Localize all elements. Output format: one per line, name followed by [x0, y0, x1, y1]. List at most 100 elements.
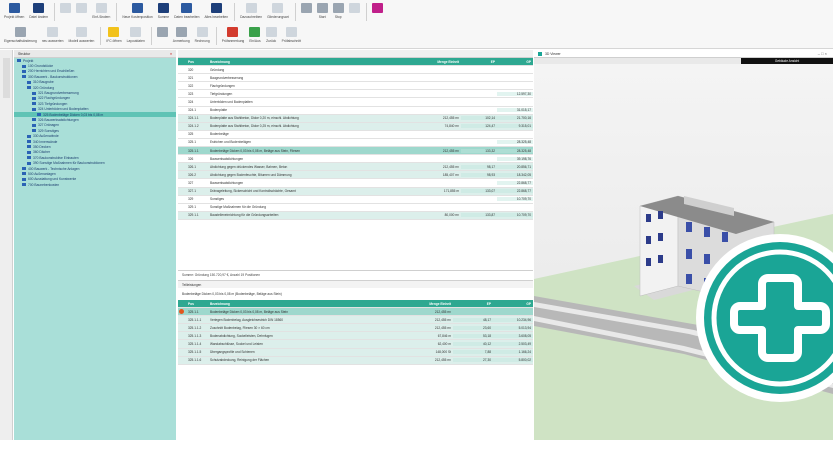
table-row[interactable]: 325.1.1.1 Verlegen Bodenbelag, Ausgleichs… [178, 316, 533, 325]
table-row[interactable]: 320 Gründung [178, 66, 533, 75]
folder-icon [17, 59, 21, 63]
table-cell: 326 [188, 156, 194, 161]
toggle-button[interactable]: Ein/Aus [249, 27, 261, 43]
pointer-button[interactable]: Dazuschreiben [240, 3, 262, 19]
table-cell: 329 [188, 197, 194, 202]
ribbon-button-label: Zurück [266, 39, 277, 43]
doc-button[interactable] [156, 27, 168, 37]
ribbon-button-label: Stop [334, 15, 342, 19]
floppy-button[interactable]: Datei ändern [29, 3, 48, 19]
table-row[interactable]: 323 Tiefgründungen 12.597,30 [178, 90, 533, 99]
ribbon-button-label: Alles bearbeiten [204, 15, 229, 19]
column-header[interactable]: GP [493, 302, 533, 306]
table-row[interactable]: 322 Flachgründungen [178, 82, 533, 91]
window-controls[interactable]: – □ × [818, 51, 827, 56]
table-row[interactable]: 321 Baugrundverbesserung [178, 74, 533, 83]
list-button[interactable] [300, 3, 312, 13]
table-cell: Baustelleneinrichtung für die Gründungsa… [210, 213, 279, 218]
table-row[interactable]: 324.1 Bodenplatte 31.015,17 [178, 107, 533, 115]
table-button[interactable]: Neue Kostenposition [122, 3, 153, 19]
table-row[interactable]: 325 Bodenbeläge [178, 131, 533, 139]
check-icon [227, 27, 239, 37]
table-cell: Sonstige Maßnahmen für die Gründung [210, 205, 266, 210]
edit-button[interactable]: Anmerkung [173, 27, 190, 43]
side-panel-tab[interactable] [3, 58, 10, 98]
chart-button[interactable]: Alles bearbeiten [204, 3, 228, 19]
table-row[interactable]: 325.1.1.3 Bodenabdichtung, Sockelleisten,… [178, 332, 533, 341]
move-button[interactable]: Gliederungsart [267, 3, 289, 19]
cursor-icon [95, 3, 107, 13]
table-row[interactable]: 324.1.1 Bodenplatte aus Stahlbeton, Dicke… [178, 114, 533, 123]
table-row[interactable]: 326 Bauwerksabdichtungen 39.198,76 [178, 155, 533, 164]
table-row[interactable]: 324.1.2 Bodenplatte aus Stahlbeton, Dicke… [178, 122, 533, 131]
table-row[interactable]: 325.1.1.2 Zuschnitt Bodenbelag, Fliesen 3… [178, 324, 533, 333]
sum-button[interactable]: Summe [158, 3, 169, 19]
check-button[interactable]: Prüfanmerkung [222, 27, 244, 43]
table-row[interactable]: 327.1 Dränageleitung, Sickerschicht und K… [178, 187, 533, 196]
pink-doc-button[interactable] [371, 3, 383, 13]
table-cell: 329.1.1 [188, 213, 199, 218]
tree-node-label: Projekt [23, 58, 34, 63]
table-row[interactable]: 325.1 Estrichen und Bodenbelägen 28.325,48 [178, 139, 533, 148]
table-cell: 320 [188, 67, 194, 72]
ribbon-separator [150, 27, 152, 45]
model-button[interactable]: Modell auswerten [68, 27, 94, 43]
tree-node-list: Projekt 100 Grundstücke 200 Herrichten und… [14, 58, 176, 187]
tree-node[interactable]: 700 Baunebenkosten [14, 182, 176, 187]
section-button[interactable]: Prüfabschnitt [282, 27, 301, 43]
column-header[interactable]: Menge Einheit [421, 60, 461, 64]
save-button[interactable]: Projekt öffnen [4, 3, 24, 19]
undo-button[interactable] [60, 3, 72, 13]
column-header[interactable]: Pos [186, 302, 208, 306]
section-icon [285, 27, 297, 37]
table-cell: 325.1.1 [188, 148, 199, 153]
column-header[interactable]: EP [453, 302, 493, 306]
table-row[interactable]: 326.1 Abdichtung gegen drückendes Wasser,… [178, 163, 533, 172]
table-row[interactable]: 329 Sonstiges 10.709,70 [178, 196, 533, 204]
column-header[interactable]: Pos [186, 60, 208, 64]
cursor-button[interactable]: Einf./Ändern [92, 3, 110, 19]
table-row[interactable]: 327 Bauwerksabdichtungen 22.868,77 [178, 179, 533, 188]
column-header[interactable]: Menge Einheit [413, 302, 453, 306]
back-button[interactable]: Zurück [265, 27, 277, 43]
table-cell: 102,14 [461, 116, 497, 121]
redo-button[interactable] [76, 3, 88, 13]
properties-button[interactable]: Eigenschaftsänderung [4, 27, 37, 43]
table-cell: 327 [188, 180, 194, 185]
column-header[interactable]: Bezeichnung [208, 60, 421, 64]
table-row[interactable]: 329.1.1 Baustelleneinrichtung für die Grü… [178, 211, 533, 220]
column-header[interactable]: Bezeichnung [208, 302, 413, 306]
table-cell: 324.1 [188, 108, 196, 113]
close-icon[interactable]: × [170, 52, 172, 56]
table-row[interactable]: 325.1.1.5 Übergangsprofile und Schienen 14… [178, 348, 533, 357]
column-header[interactable]: EP [461, 60, 497, 64]
table-cell: 326.1 [188, 164, 196, 169]
table-row[interactable]: 329.1 Sonstige Maßnahmen für die Gründung [178, 204, 533, 212]
table-cell: 10.709,70 [497, 213, 533, 218]
ifc-button[interactable]: IFC öffnen [106, 27, 122, 43]
settings-button[interactable]: Start [316, 3, 328, 19]
grid-button[interactable]: Daten bearbeiten [174, 3, 199, 19]
tree-node-label: 600 Ausstattung und Kunstwerke [28, 177, 77, 182]
table-row[interactable]: 325.1.1 Bodenbeläge Dicken 0,03 bis 0,08 … [178, 147, 533, 156]
pink-doc-icon [371, 3, 383, 13]
table-cell: 5.800,02 [493, 358, 533, 363]
table-cell: 124,47 [461, 124, 497, 129]
ribbon-button-label: Eigenschaftsänderung [4, 39, 37, 43]
refresh-button[interactable]: neu auswerten [42, 27, 63, 43]
folder-icon [27, 86, 31, 90]
invoice-button[interactable]: Rechnung [195, 27, 210, 43]
layout-button[interactable]: Layoutdaten [127, 27, 145, 43]
column-header[interactable]: GP [497, 60, 533, 64]
table-row[interactable]: 325.1.1.6 Schutzabdeckung, Reinigung der … [178, 356, 533, 365]
view-button[interactable] [348, 3, 360, 13]
table-row[interactable]: 325.1.1.4 Wandabschlüsse, Sockel und Leis… [178, 340, 533, 349]
table-cell: 98,93 [461, 172, 497, 177]
table-row[interactable]: 325.1.1 Bodenbeläge Dicken 0,03 bis 0,08 … [178, 308, 533, 317]
ribbon-separator [54, 3, 56, 21]
table-row[interactable]: 326.2 Abdichtung gegen Bodenfeuchte, Bitu… [178, 171, 533, 180]
settings2-button[interactable]: Stop [332, 3, 344, 19]
table-cell: 325.1 [188, 140, 196, 145]
add-badge[interactable] [696, 234, 833, 402]
table-row[interactable]: 324 Unterböden und Bodenplatten [178, 98, 533, 107]
